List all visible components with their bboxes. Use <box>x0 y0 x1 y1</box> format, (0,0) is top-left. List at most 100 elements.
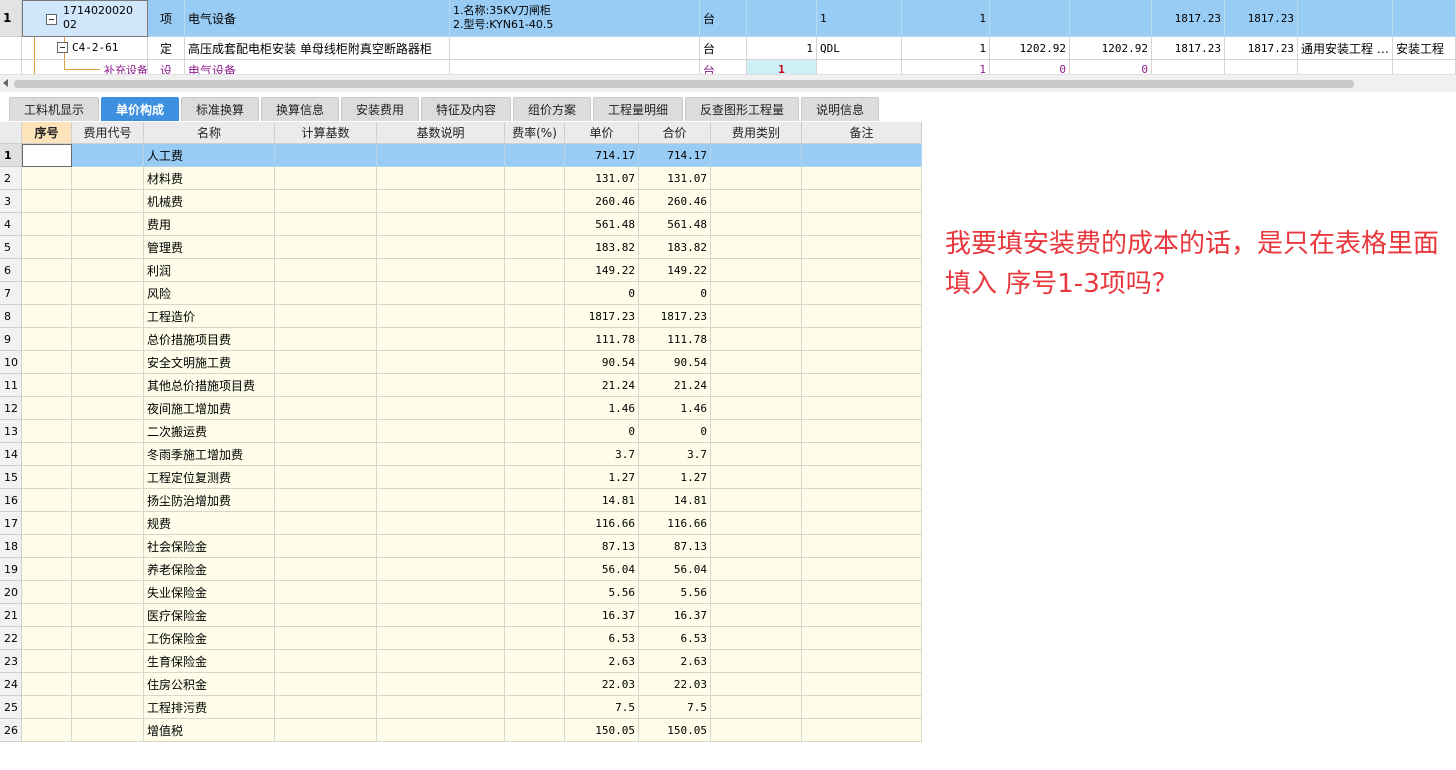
table-row[interactable]: 8 工程造价 1817.23 1817.23 <box>0 305 922 328</box>
seq-cell[interactable] <box>22 604 72 627</box>
seq-cell[interactable] <box>22 650 72 673</box>
rate-cell[interactable] <box>505 696 565 719</box>
fee-name-cell[interactable]: 机械费 <box>144 190 275 213</box>
seq-cell[interactable] <box>22 282 72 305</box>
fee-name-cell[interactable]: 工程定位复测费 <box>144 466 275 489</box>
fee-category-cell[interactable] <box>711 259 802 282</box>
fee-category-cell[interactable] <box>711 190 802 213</box>
header-seq[interactable]: 序号 <box>22 122 72 144</box>
base-desc-cell[interactable] <box>377 351 505 374</box>
remark-cell[interactable] <box>802 259 922 282</box>
base-desc-cell[interactable] <box>377 282 505 305</box>
fee-code-cell[interactable] <box>72 627 144 650</box>
fee-name-cell[interactable]: 二次搬运费 <box>144 420 275 443</box>
table-row[interactable]: 5 管理费 183.82 183.82 <box>0 236 922 259</box>
fee-name-cell[interactable]: 工程排污费 <box>144 696 275 719</box>
fee-name-cell[interactable]: 工程造价 <box>144 305 275 328</box>
rate-cell[interactable] <box>505 259 565 282</box>
fee-name-cell[interactable]: 住房公积金 <box>144 673 275 696</box>
calc-base-cell[interactable] <box>275 558 377 581</box>
fee-code-cell[interactable] <box>72 144 144 167</box>
fee-code-cell[interactable] <box>72 581 144 604</box>
calc-base-cell[interactable] <box>275 374 377 397</box>
calc-base-cell[interactable] <box>275 512 377 535</box>
rate-cell[interactable] <box>505 305 565 328</box>
fee-category-cell[interactable] <box>711 144 802 167</box>
fee-name-cell[interactable]: 冬雨季施工增加费 <box>144 443 275 466</box>
seq-cell[interactable] <box>22 627 72 650</box>
fee-name-cell[interactable]: 管理费 <box>144 236 275 259</box>
fee-name-cell[interactable]: 医疗保险金 <box>144 604 275 627</box>
fee-category-cell[interactable] <box>711 282 802 305</box>
tab-pricing-scheme[interactable]: 组价方案 <box>513 97 591 121</box>
calc-base-cell[interactable] <box>275 627 377 650</box>
rate-cell[interactable] <box>505 673 565 696</box>
remark-cell[interactable] <box>802 282 922 305</box>
tab-labor-material-machine[interactable]: 工料机显示 <box>9 97 99 121</box>
fee-code-cell[interactable] <box>72 650 144 673</box>
remark-cell[interactable] <box>802 305 922 328</box>
fee-code-cell[interactable] <box>72 673 144 696</box>
seq-cell[interactable] <box>22 489 72 512</box>
fee-category-cell[interactable] <box>711 673 802 696</box>
base-desc-cell[interactable] <box>377 167 505 190</box>
calc-base-cell[interactable] <box>275 604 377 627</box>
table-row[interactable]: 16 扬尘防治增加费 14.81 14.81 <box>0 489 922 512</box>
fee-category-cell[interactable] <box>711 420 802 443</box>
remark-cell[interactable] <box>802 466 922 489</box>
fee-category-cell[interactable] <box>711 604 802 627</box>
base-desc-cell[interactable] <box>377 420 505 443</box>
fee-name-cell[interactable]: 生育保险金 <box>144 650 275 673</box>
fee-code-cell[interactable] <box>72 259 144 282</box>
fee-category-cell[interactable] <box>711 213 802 236</box>
base-desc-cell[interactable] <box>377 328 505 351</box>
item-list-grid[interactable]: 1 1714020020 02 项 电气设备 1.名称:35KV刀闸柜 2.型号… <box>0 0 1456 74</box>
rate-cell[interactable] <box>505 374 565 397</box>
fee-name-cell[interactable]: 费用 <box>144 213 275 236</box>
fee-code-cell[interactable] <box>72 282 144 305</box>
fee-code-cell[interactable] <box>72 167 144 190</box>
fee-category-cell[interactable] <box>711 719 802 742</box>
table-row[interactable]: 20 失业保险金 5.56 5.56 <box>0 581 922 604</box>
remark-cell[interactable] <box>802 213 922 236</box>
calc-base-cell[interactable] <box>275 351 377 374</box>
fee-code-cell[interactable] <box>72 443 144 466</box>
calc-base-cell[interactable] <box>275 650 377 673</box>
table-row[interactable]: 14 冬雨季施工增加费 3.7 3.7 <box>0 443 922 466</box>
table-row[interactable]: 4 费用 561.48 561.48 <box>0 213 922 236</box>
seq-cell[interactable] <box>22 305 72 328</box>
seq-cell[interactable] <box>22 696 72 719</box>
rate-cell[interactable] <box>505 489 565 512</box>
table-row[interactable]: 19 养老保险金 56.04 56.04 <box>0 558 922 581</box>
item-row[interactable]: C4-2-61 定 高压成套配电柜安装 单母线柜附真空断路器柜 台 1 QDL … <box>0 37 1456 60</box>
item-qty-expr[interactable]: 1 <box>747 60 817 74</box>
seq-cell[interactable] <box>22 213 72 236</box>
fee-category-cell[interactable] <box>711 443 802 466</box>
table-row[interactable]: 24 住房公积金 22.03 22.03 <box>0 673 922 696</box>
base-desc-cell[interactable] <box>377 305 505 328</box>
fee-category-cell[interactable] <box>711 489 802 512</box>
table-row[interactable]: 1 人工费 714.17 714.17 <box>0 144 922 167</box>
base-desc-cell[interactable] <box>377 696 505 719</box>
header-fee-category[interactable]: 费用类别 <box>711 122 802 144</box>
item-qty-expr[interactable] <box>747 0 817 37</box>
base-desc-cell[interactable] <box>377 719 505 742</box>
table-row[interactable]: 23 生育保险金 2.63 2.63 <box>0 650 922 673</box>
remark-cell[interactable] <box>802 374 922 397</box>
remark-cell[interactable] <box>802 512 922 535</box>
tab-quantity-details[interactable]: 工程量明细 <box>593 97 683 121</box>
table-row[interactable]: 7 风险 0 0 <box>0 282 922 305</box>
calc-base-cell[interactable] <box>275 259 377 282</box>
fee-category-cell[interactable] <box>711 512 802 535</box>
table-row[interactable]: 6 利润 149.22 149.22 <box>0 259 922 282</box>
fee-category-cell[interactable] <box>711 466 802 489</box>
rate-cell[interactable] <box>505 535 565 558</box>
seq-cell[interactable] <box>22 167 72 190</box>
remark-cell[interactable] <box>802 535 922 558</box>
fee-code-cell[interactable] <box>72 190 144 213</box>
collapse-icon[interactable] <box>57 42 68 53</box>
table-row[interactable]: 18 社会保险金 87.13 87.13 <box>0 535 922 558</box>
rate-cell[interactable] <box>505 144 565 167</box>
fee-category-cell[interactable] <box>711 374 802 397</box>
seq-cell[interactable] <box>22 420 72 443</box>
